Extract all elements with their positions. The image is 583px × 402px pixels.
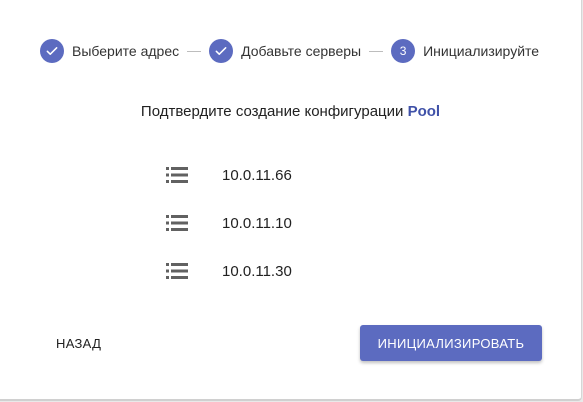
stepper: Выберите адрес Добавьте серверы 3 Инициа… xyxy=(40,38,539,64)
step-divider xyxy=(369,50,384,52)
list-item: 10.0.11.66 xyxy=(166,163,292,187)
check-icon xyxy=(40,39,64,63)
server-ip: 10.0.11.66 xyxy=(222,166,292,184)
step-label: Инициализируйте xyxy=(423,43,540,59)
step-number: 3 xyxy=(391,39,416,63)
server-list: 10.0.11.66 10.0.11.10 10.0.11.30 xyxy=(166,163,292,307)
step-add-servers: Добавьте серверы xyxy=(209,39,361,63)
pool-name: Pool xyxy=(407,103,441,120)
step-label: Добавьте серверы xyxy=(241,43,362,59)
server-list-icon xyxy=(166,214,188,232)
step-initialize: 3 Инициализируйте xyxy=(391,39,539,63)
initialize-pool-dialog: Выберите адрес Добавьте серверы 3 Инициа… xyxy=(0,0,582,401)
server-list-icon xyxy=(166,262,188,280)
step-divider xyxy=(187,50,202,52)
initialize-button[interactable]: ИНИЦИАЛИЗИРОВАТЬ xyxy=(360,325,542,361)
list-item: 10.0.11.10 xyxy=(166,211,292,235)
back-button[interactable]: НАЗАД xyxy=(42,328,115,358)
step-select-address: Выберите адрес xyxy=(40,39,179,63)
server-ip: 10.0.11.10 xyxy=(222,214,292,232)
confirm-title: Подтвердите создание конфигурации Pool xyxy=(0,103,581,120)
step-label: Выберите адрес xyxy=(72,43,180,59)
list-item: 10.0.11.30 xyxy=(166,259,292,283)
confirm-text: Подтвердите создание конфигурации xyxy=(140,103,404,120)
check-icon xyxy=(209,39,234,63)
server-list-icon xyxy=(166,166,188,184)
server-ip: 10.0.11.30 xyxy=(222,262,292,280)
